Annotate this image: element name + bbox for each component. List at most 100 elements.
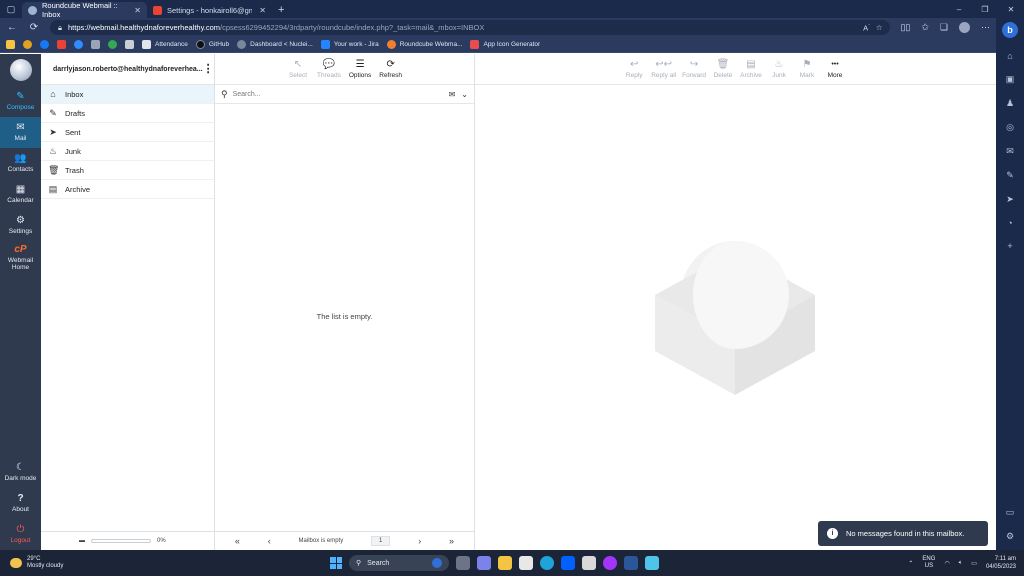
tab-actions-icon[interactable]: ▢ (0, 0, 22, 18)
nav-calendar[interactable]: ▦ Calendar (0, 179, 41, 210)
threads-button[interactable]: 💬 Threads (317, 59, 341, 79)
bing-chat-icon[interactable]: b (1002, 22, 1018, 38)
refresh-button[interactable]: ⟳ Refresh (379, 59, 402, 79)
folder-inbox[interactable]: ⌂ Inbox (41, 85, 214, 104)
bookmark-app-icon[interactable] (125, 40, 134, 49)
browser-tab-roundcube[interactable]: Roundcube Webmail :: Inbox ✕ (22, 1, 147, 19)
bookmark-app-icon[interactable] (108, 40, 117, 49)
split-screen-icon[interactable]: ▯▯ (900, 22, 910, 33)
delete-button[interactable]: 🗑 Delete (712, 59, 734, 79)
bookmark-app-icon-generator[interactable]: App Icon Generator (470, 40, 540, 49)
profile-avatar[interactable] (959, 22, 970, 33)
bookmark-app-icon[interactable] (91, 40, 100, 49)
chevron-down-icon[interactable]: ⌄ (461, 90, 468, 99)
folder-junk[interactable]: ♨ Junk (41, 142, 214, 161)
app-icon[interactable] (582, 556, 596, 570)
bookmark-jira[interactable]: Your work - Jira (320, 40, 379, 49)
url-field[interactable]: 🔒︎ https://webmail.healthydnaforeverheal… (50, 20, 891, 35)
wifi-icon[interactable]: ◠ (944, 560, 949, 567)
windows-start-icon[interactable] (330, 557, 342, 569)
nav-contacts[interactable]: 👥 Contacts (0, 148, 41, 179)
clock[interactable]: 7:11 am 04/05/2023 (986, 555, 1016, 571)
last-page-icon[interactable]: » (449, 536, 454, 546)
options-button[interactable]: ☰ Options (349, 59, 371, 79)
edge-icon[interactable] (540, 556, 554, 570)
archive-button[interactable]: ▤ Archive (740, 59, 762, 79)
folder-sent[interactable]: ➤ Sent (41, 123, 214, 142)
close-tab-icon[interactable]: ✕ (134, 6, 141, 15)
drop-icon[interactable]: ✎ (1006, 170, 1014, 181)
nav-mail[interactable]: ✉ Mail (0, 117, 41, 148)
envelope-filter-icon[interactable]: ✉ (449, 90, 456, 99)
battery-icon[interactable]: ▭ (971, 560, 977, 567)
favorite-star-icon[interactable]: ☆ (876, 23, 883, 32)
folder-trash[interactable]: 🗑 Trash (41, 161, 214, 180)
select-button[interactable]: ↖ Select (287, 59, 309, 79)
word-icon[interactable] (624, 556, 638, 570)
facebook-icon[interactable] (40, 40, 49, 49)
reply-button[interactable]: ↩ Reply (623, 59, 645, 79)
folder-archive[interactable]: ▤ Archive (41, 180, 214, 199)
tag-icon[interactable]: ⌂ (1007, 51, 1012, 61)
collections-icon[interactable]: ❏ (940, 22, 948, 33)
games-icon[interactable]: ♟ (1006, 98, 1014, 109)
dropbox-icon[interactable] (561, 556, 575, 570)
roundcube-logo[interactable] (0, 54, 41, 86)
search-input[interactable]: Search... (233, 91, 261, 98)
nav-webmail-home[interactable]: cP Webmail Home (0, 241, 41, 275)
weather-widget[interactable]: 29°C Mostly cloudy (0, 556, 150, 570)
bookmark-roundcube[interactable]: Roundcube Webma... (386, 40, 462, 49)
nav-settings[interactable]: ⚙ Settings (0, 210, 41, 241)
search-bar[interactable]: ⚲ Search... ✉ ⌄ (215, 85, 474, 104)
nav-about[interactable]: ? About (0, 488, 41, 519)
forward-button[interactable]: ↪ Forward (682, 59, 706, 79)
teams-chat-icon[interactable] (477, 556, 491, 570)
bookmark-app-icon[interactable] (74, 40, 83, 49)
folder-drafts[interactable]: ✎ Drafts (41, 104, 214, 123)
mark-button[interactable]: ⚑ Mark (796, 59, 818, 79)
settings-more-icon[interactable]: ⋯ (981, 22, 990, 33)
task-view-icon[interactable] (456, 556, 470, 570)
first-page-icon[interactable]: « (235, 536, 240, 546)
sidebar-layout-icon[interactable]: ▭ (1006, 507, 1015, 518)
nav-compose[interactable]: ✎ Compose (0, 86, 41, 117)
gmail-icon[interactable] (57, 40, 66, 49)
nav-dark-mode[interactable]: ☾ Dark mode (0, 457, 41, 488)
more-button[interactable]: ••• More (824, 60, 846, 79)
close-window-button[interactable]: ✕ (998, 0, 1024, 18)
file-explorer-icon[interactable] (498, 556, 512, 570)
bookmark-nuclei[interactable]: Dashboard < Nuclei... (237, 40, 313, 49)
language-indicator[interactable]: ENG US (922, 556, 935, 570)
next-page-icon[interactable]: › (418, 536, 421, 546)
back-arrow-icon[interactable]: ← (6, 22, 18, 33)
read-aloud-icon[interactable]: Aᐧ (863, 22, 870, 33)
notification-icon[interactable]: ◔ (1007, 218, 1012, 228)
send-icon[interactable]: ➤ (1006, 194, 1014, 205)
messenger-icon[interactable] (603, 556, 617, 570)
volume-icon[interactable]: 🔈︎ (959, 560, 963, 567)
taskbar-search[interactable]: ⚲ Search (349, 555, 449, 571)
new-tab-button[interactable]: + (272, 2, 290, 18)
browser-tab-gmail[interactable]: Settings - honkairoll6@gmail.com ✕ (147, 2, 272, 18)
add-sidebar-icon[interactable]: + (1007, 241, 1012, 251)
minimize-button[interactable]: – (946, 0, 972, 18)
bookmark-app-icon[interactable] (6, 40, 15, 49)
bookmark-app-icon[interactable] (23, 40, 32, 49)
office-icon[interactable]: ◎ (1006, 122, 1014, 133)
prev-page-icon[interactable]: ‹ (268, 536, 271, 546)
outlook-icon[interactable]: ✉ (1006, 146, 1014, 157)
store-icon[interactable] (519, 556, 533, 570)
nav-logout[interactable]: ⏻ Logout (0, 519, 41, 550)
bookmark-github[interactable]: GitHub (195, 40, 229, 49)
page-number-input[interactable]: 1 (371, 536, 391, 546)
notepad-icon[interactable] (645, 556, 659, 570)
bookmark-attendance[interactable]: Attendance (142, 40, 188, 49)
maximize-button[interactable]: ❐ (972, 0, 998, 18)
chevron-up-icon[interactable]: ⌃ (908, 560, 913, 567)
folder-actions-menu-icon[interactable]: ⋮ (203, 64, 214, 75)
favorites-icon[interactable]: ✩ (921, 22, 929, 33)
close-tab-icon[interactable]: ✕ (259, 6, 266, 15)
junk-button[interactable]: ♨ Junk (768, 59, 790, 79)
reply-all-button[interactable]: ↩↩ Reply all (651, 59, 676, 79)
reload-icon[interactable]: ⟳ (28, 22, 40, 33)
